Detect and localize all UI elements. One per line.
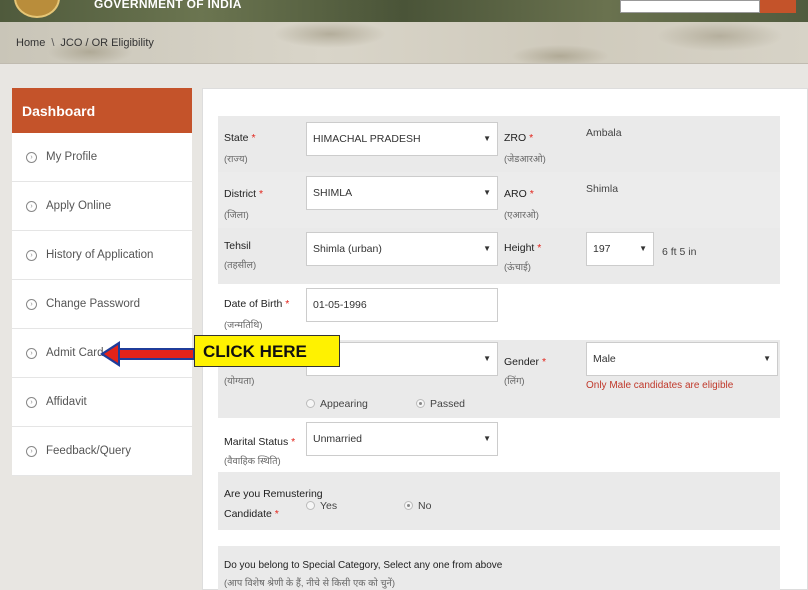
- radio-appearing[interactable]: Appearing: [306, 398, 368, 410]
- breadcrumb-separator: \: [51, 37, 55, 49]
- tehsil-label: Tehsil: [224, 240, 251, 252]
- sidebar-item-label: History of Application: [46, 249, 154, 261]
- qualification-sublabel: (योग्यता): [224, 376, 255, 387]
- sidebar-item-affidavit[interactable]: › Affidavit: [12, 378, 192, 427]
- aro-label: ARO *: [504, 188, 534, 200]
- radio-icon: [306, 501, 315, 510]
- dashboard-sidebar: Dashboard › My Profile › Apply Online › …: [12, 88, 192, 476]
- dropdown-caret-icon: ▼: [483, 434, 491, 443]
- dob-label: Date of Birth *: [224, 298, 290, 310]
- tehsil-value: Shimla (urban): [313, 243, 382, 255]
- sidebar-item-feedback[interactable]: › Feedback/Query: [12, 427, 192, 476]
- click-here-callout: CLICK HERE: [194, 335, 340, 367]
- chevron-circle-right-icon: ›: [26, 397, 37, 408]
- top-header-bar: GOVERNMENT OF INDIA: [0, 0, 808, 22]
- dob-input[interactable]: 01-05-1996: [306, 288, 498, 322]
- radio-passed[interactable]: Passed: [416, 398, 465, 410]
- height-label: Height *: [504, 242, 542, 254]
- sidebar-item-label: Admit Card: [46, 347, 104, 359]
- gender-sublabel: (लिंग): [504, 376, 525, 387]
- zro-value: Ambala: [586, 127, 622, 139]
- height-converted: 6 ft 5 in: [662, 246, 697, 258]
- chevron-circle-right-icon: ›: [26, 299, 37, 310]
- chevron-circle-right-icon: ›: [26, 446, 37, 457]
- radio-no-label: No: [418, 500, 432, 512]
- breadcrumb-current: JCO / OR Eligibility: [60, 37, 154, 49]
- district-value: SHIMLA: [313, 187, 353, 199]
- sidebar-item-history[interactable]: › History of Application: [12, 231, 192, 280]
- chevron-circle-right-icon: ›: [26, 152, 37, 163]
- radio-appearing-label: Appearing: [320, 398, 368, 410]
- sidebar-item-label: Apply Online: [46, 200, 112, 212]
- marital-label: Marital Status *: [224, 436, 296, 448]
- dropdown-caret-icon: ▼: [483, 134, 491, 143]
- marital-sublabel: (वैवाहिक स्थिति): [224, 456, 281, 467]
- marital-select[interactable]: Unmarried ▼: [306, 422, 498, 456]
- tehsil-select[interactable]: Shimla (urban) ▼: [306, 232, 498, 266]
- gender-label: Gender *: [504, 356, 547, 368]
- radio-remustering-yes[interactable]: Yes: [306, 500, 337, 512]
- header-search-button[interactable]: [760, 0, 796, 13]
- remustering-label: Are you Remustering: [224, 488, 323, 500]
- aro-sublabel: (एआरओ): [504, 210, 539, 221]
- remustering-label-2: Candidate *: [224, 508, 279, 520]
- sidebar-item-label: Affidavit: [46, 396, 87, 408]
- annotation-arrow: [115, 348, 195, 360]
- arrow-head-fill: [104, 345, 118, 363]
- dob-sublabel: (जन्मतिथि): [224, 320, 263, 331]
- dropdown-caret-icon: ▼: [483, 188, 491, 197]
- chevron-circle-right-icon: ›: [26, 250, 37, 261]
- special-category-label: Do you belong to Special Category, Selec…: [224, 560, 503, 571]
- district-select[interactable]: SHIMLA ▼: [306, 176, 498, 210]
- dob-value: 01-05-1996: [313, 299, 367, 311]
- special-category-sublabel: (आप विशेष श्रेणी के हैं, नीचे से किसी एक…: [224, 578, 395, 589]
- sidebar-item-apply-online[interactable]: › Apply Online: [12, 182, 192, 231]
- dropdown-caret-icon: ▼: [483, 244, 491, 253]
- district-label: District *: [224, 188, 264, 200]
- breadcrumb-bar: Home \ JCO / OR Eligibility: [0, 22, 808, 64]
- state-label: State *: [224, 132, 256, 144]
- dropdown-caret-icon: ▼: [639, 244, 647, 253]
- sidebar-heading: Dashboard: [12, 88, 192, 133]
- radio-icon: [306, 399, 315, 408]
- state-select[interactable]: HIMACHAL PRADESH ▼: [306, 122, 498, 156]
- gender-value: Male: [593, 353, 616, 365]
- emblem-logo: [14, 0, 60, 18]
- chevron-circle-right-icon: ›: [26, 201, 37, 212]
- district-sublabel: (जिला): [224, 210, 249, 221]
- gender-eligibility-note: Only Male candidates are eligible: [586, 380, 734, 391]
- state-sublabel: (राज्य): [224, 154, 248, 165]
- radio-selected-icon: [416, 399, 425, 408]
- radio-passed-label: Passed: [430, 398, 466, 410]
- gender-select[interactable]: Male ▼: [586, 342, 778, 376]
- aro-value: Shimla: [586, 183, 619, 195]
- government-title: GOVERNMENT OF INDIA: [94, 0, 242, 11]
- sidebar-item-label: Feedback/Query: [46, 445, 132, 457]
- height-select[interactable]: 197 ▼: [586, 232, 654, 266]
- zro-label: ZRO *: [504, 132, 534, 144]
- zro-sublabel: (जेडआरओ): [504, 154, 546, 165]
- dropdown-caret-icon: ▼: [483, 354, 491, 363]
- state-value: HIMACHAL PRADESH: [313, 133, 421, 145]
- sidebar-item-my-profile[interactable]: › My Profile: [12, 133, 192, 182]
- height-sublabel: (ऊंचाई): [504, 262, 531, 273]
- height-value: 197: [593, 243, 611, 255]
- breadcrumb: Home \ JCO / OR Eligibility: [16, 37, 154, 49]
- marital-value: Unmarried: [313, 433, 363, 445]
- sidebar-item-label: My Profile: [46, 151, 98, 163]
- radio-yes-label: Yes: [320, 500, 338, 512]
- radio-selected-icon: [404, 501, 413, 510]
- chevron-circle-right-icon: ›: [26, 348, 37, 359]
- breadcrumb-home-link[interactable]: Home: [16, 37, 45, 49]
- radio-remustering-no[interactable]: No: [404, 500, 431, 512]
- sidebar-item-label: Change Password: [46, 298, 140, 310]
- tehsil-sublabel: (तहसील): [224, 260, 257, 271]
- header-search-input[interactable]: [620, 0, 760, 13]
- dropdown-caret-icon: ▼: [763, 354, 771, 363]
- sidebar-item-change-password[interactable]: › Change Password: [12, 280, 192, 329]
